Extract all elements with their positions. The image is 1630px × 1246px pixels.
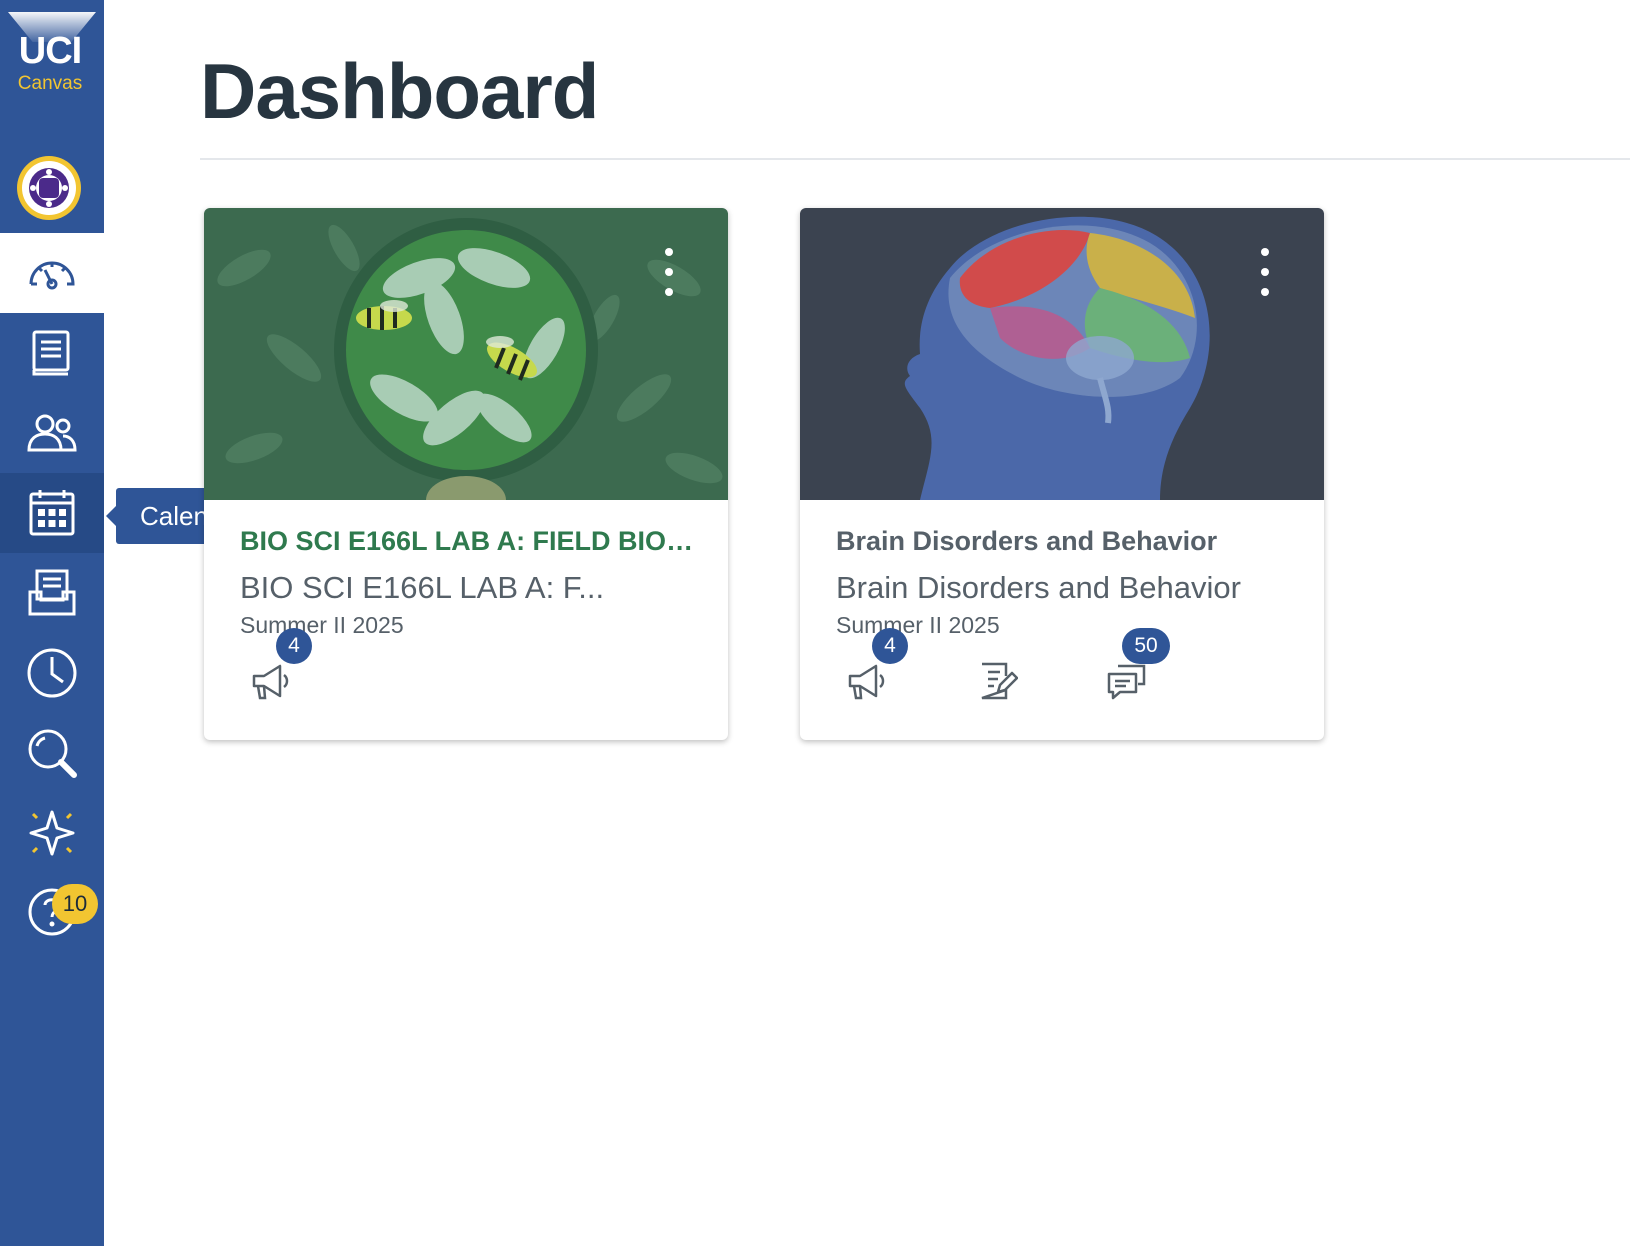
global-nav-sidebar: UCI Canvas 10: [0, 0, 104, 1246]
course-card-brain-disorders[interactable]: Brain Disorders and Behavior Brain Disor…: [800, 208, 1324, 740]
course-card-bio-sci[interactable]: BIO SCI E166L LAB A: FIELD BIOL... BIO S…: [204, 208, 728, 740]
nav-dashboard[interactable]: [0, 233, 104, 313]
anteater-mascot-icon: [29, 168, 69, 208]
nav-history[interactable]: [0, 633, 104, 713]
groups-people-icon: [27, 414, 77, 452]
course-card-image[interactable]: [800, 208, 1324, 500]
discussions-link[interactable]: [1106, 660, 1148, 702]
uci-canvas-logo[interactable]: UCI Canvas: [0, 0, 104, 100]
inbox-tray-icon: [28, 569, 76, 616]
search-icon: [28, 729, 77, 778]
bees-on-flowers-illustration: [204, 208, 728, 500]
nav-new-features[interactable]: [0, 793, 104, 873]
dashboard-gauge-icon: [29, 261, 75, 290]
discussions-count-badge: 50: [1122, 628, 1170, 664]
nav-groups[interactable]: [0, 393, 104, 473]
human-head-brain-illustration: [800, 208, 1324, 500]
user-avatar[interactable]: [17, 156, 81, 220]
help-notification-badge: 10: [52, 884, 98, 924]
announcements-count-badge: 4: [276, 628, 312, 664]
announcements-link[interactable]: [846, 660, 888, 702]
avatar-image: [22, 161, 76, 215]
nav-inbox[interactable]: [0, 553, 104, 633]
assignment-edit-icon: [981, 662, 1019, 700]
logo-text: UCI: [18, 30, 82, 72]
course-card-title[interactable]: Brain Disorders and Behavior: [836, 526, 1296, 557]
card-options-kebab-icon[interactable]: [1258, 248, 1272, 296]
course-card-code: Brain Disorders and Behavior: [836, 570, 1241, 605]
discussions-speech-icon: [1107, 664, 1146, 700]
title-divider: [200, 158, 1630, 160]
sparkle-star-icon: [29, 810, 75, 856]
logo-subtext: Canvas: [17, 73, 83, 94]
course-card-term: Summer II 2025: [240, 612, 404, 638]
course-card-title[interactable]: BIO SCI E166L LAB A: FIELD BIOL...: [240, 526, 700, 557]
card-options-kebab-icon[interactable]: [662, 248, 676, 296]
courses-book-icon: [32, 330, 70, 376]
course-card-term: Summer II 2025: [836, 612, 1000, 638]
nav-courses[interactable]: [0, 313, 104, 393]
nav-search[interactable]: [0, 713, 104, 793]
course-card-code: BIO SCI E166L LAB A: F...: [240, 570, 605, 605]
assignments-link[interactable]: [976, 660, 1019, 702]
nav-calendar[interactable]: [0, 473, 104, 553]
megaphone-icon: [252, 664, 289, 700]
announcements-count-badge: 4: [872, 628, 908, 664]
announcements-link[interactable]: [250, 660, 292, 702]
megaphone-icon: [848, 664, 885, 700]
course-card-image[interactable]: [204, 208, 728, 500]
calendar-icon: [29, 490, 75, 536]
clock-icon: [27, 648, 77, 698]
page-title: Dashboard: [200, 47, 599, 135]
